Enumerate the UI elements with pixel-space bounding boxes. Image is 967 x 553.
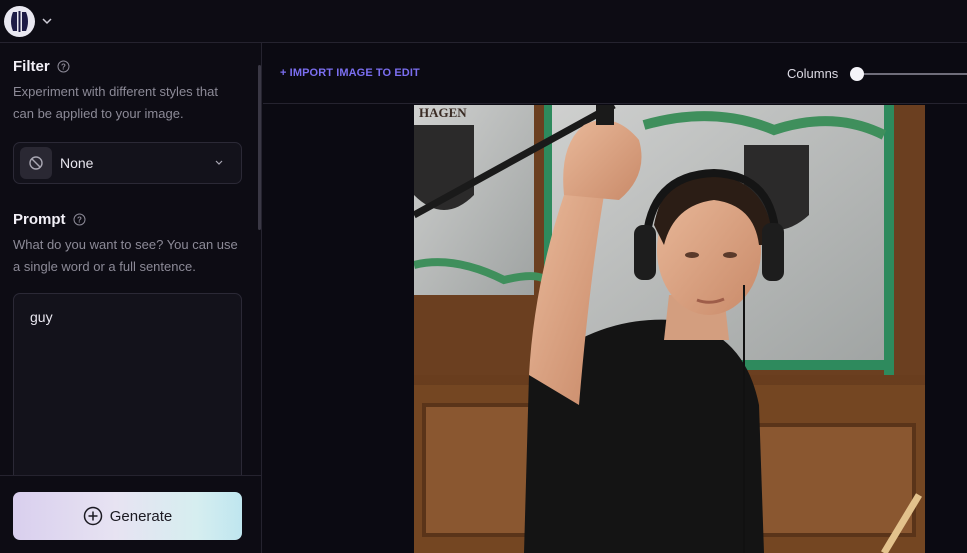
- sidebar-scrollbar[interactable]: [258, 65, 261, 230]
- help-icon[interactable]: ?: [57, 60, 70, 73]
- plus-circle-icon: [83, 506, 102, 526]
- chevron-down-icon: [215, 160, 223, 165]
- filter-icon-container: [20, 147, 52, 179]
- top-bar: [0, 0, 967, 43]
- filter-description: Experiment with different styles that ca…: [13, 84, 218, 121]
- generate-label: Generate: [109, 507, 173, 525]
- main-area: + IMPORT IMAGE TO EDIT Columns HAGEN: [263, 43, 967, 553]
- sign-text: HAGEN: [419, 105, 467, 120]
- columns-label: Columns: [787, 66, 839, 81]
- prompt-input[interactable]: guy: [13, 293, 242, 475]
- filter-selected-value: None: [60, 155, 94, 171]
- image-toolbar: + IMPORT IMAGE TO EDIT Columns: [263, 43, 967, 104]
- sidebar: Filter ? Experiment with different style…: [0, 43, 262, 553]
- generated-image[interactable]: HAGEN: [414, 105, 925, 553]
- filter-section-title: Filter ?: [13, 58, 242, 75]
- sidebar-footer: Generate: [0, 475, 261, 553]
- prompt-description: What do you want to see? You can use a s…: [13, 237, 238, 274]
- brand-logo-icon[interactable]: [4, 5, 35, 37]
- filter-dropdown[interactable]: None: [13, 142, 242, 184]
- import-image-link[interactable]: + IMPORT IMAGE TO EDIT: [280, 67, 420, 79]
- prompt-title: Prompt: [13, 211, 66, 228]
- prompt-section-title: Prompt ?: [13, 211, 242, 228]
- chevron-down-icon[interactable]: [41, 15, 53, 27]
- help-icon[interactable]: ?: [73, 213, 86, 226]
- columns-slider-track[interactable]: [857, 73, 967, 75]
- svg-text:?: ?: [77, 216, 82, 225]
- generate-button[interactable]: Generate: [13, 492, 242, 540]
- no-filter-icon: [29, 156, 43, 170]
- filter-title: Filter: [13, 58, 50, 75]
- columns-slider-thumb[interactable]: [850, 67, 864, 81]
- sidebar-scroll-area[interactable]: Filter ? Experiment with different style…: [0, 43, 255, 475]
- svg-text:?: ?: [61, 63, 66, 72]
